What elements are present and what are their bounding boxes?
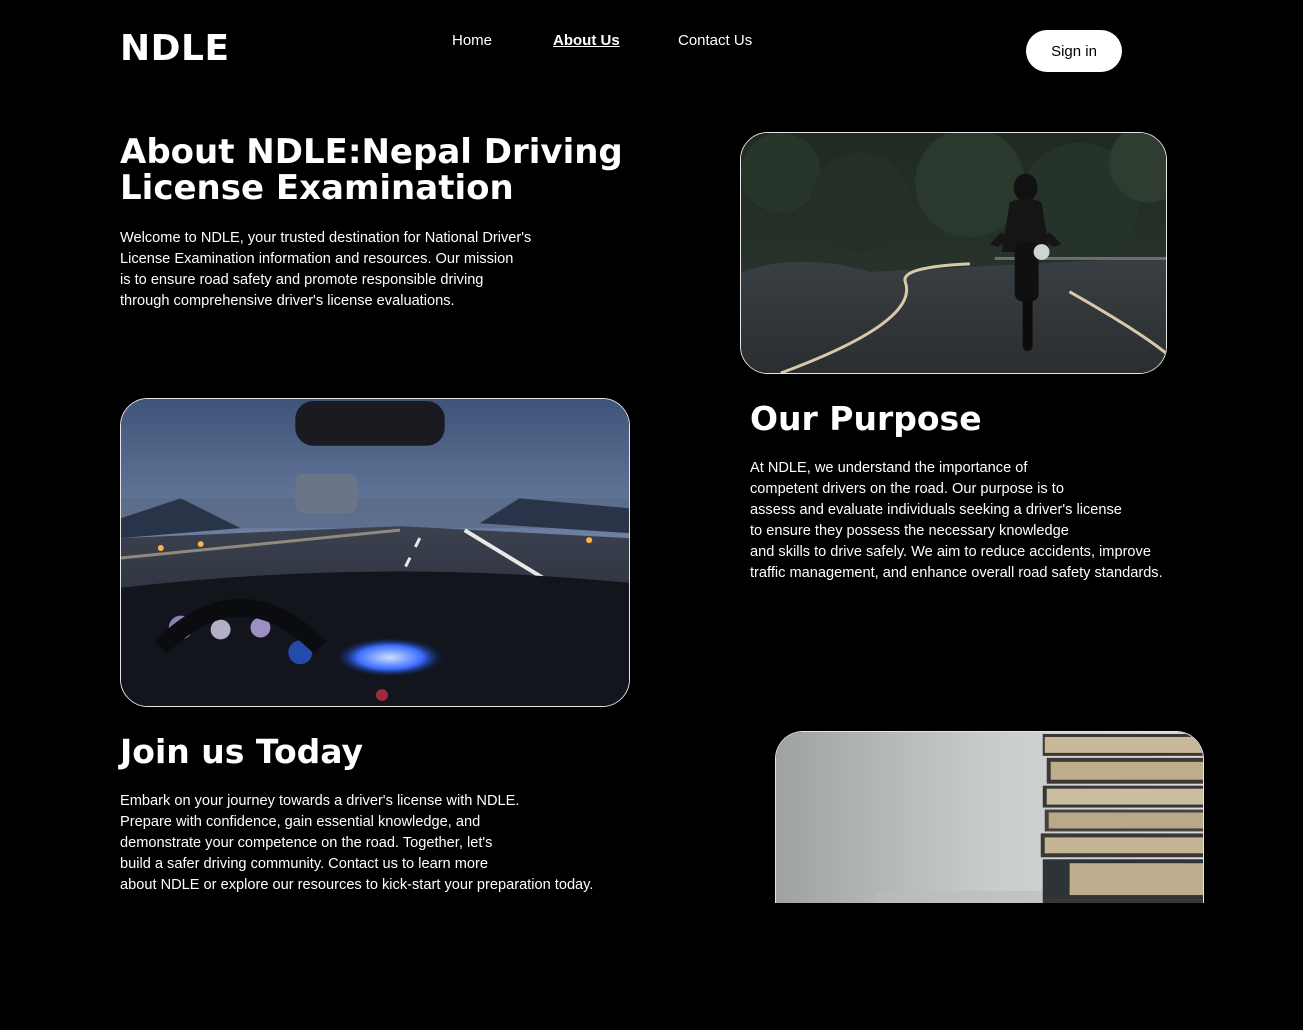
join-text-line: about NDLE or explore our resources to k…: [120, 877, 594, 893]
motorcycle-road-image: [740, 132, 1167, 374]
purpose-text-line: traffic management, and enhance overall …: [750, 565, 1163, 581]
purpose-text: At NDLE, we understand the importance of…: [750, 458, 1163, 584]
page: NDLE Home About Us Contact Us Sign in Ab…: [0, 0, 1303, 1030]
purpose-text-line: assess and evaluate individuals seeking …: [750, 502, 1122, 518]
join-text-line: Prepare with confidence, gain essential …: [120, 814, 481, 830]
about-text: Welcome to NDLE, your trusted destinatio…: [120, 228, 531, 312]
purpose-text-line: competent drivers on the road. Our purpo…: [750, 481, 1064, 497]
join-text-line: Embark on your journey towards a driver'…: [120, 793, 520, 809]
nav-home[interactable]: Home: [452, 32, 492, 49]
about-text-line: Welcome to NDLE, your trusted destinatio…: [120, 230, 532, 246]
join-text-line: demonstrate your competence on the road.…: [120, 835, 493, 851]
about-text-line: through comprehensive driver's license e…: [120, 293, 455, 309]
purpose-text-line: to ensure they possess the necessary kno…: [750, 523, 1069, 539]
join-text-line: build a safer driving community. Contact…: [120, 856, 488, 872]
purpose-title: Our Purpose: [750, 399, 982, 438]
about-text-line: is to ensure road safety and promote res…: [120, 272, 484, 288]
about-text-line: License Examination information and reso…: [120, 251, 514, 267]
nav-contact-us[interactable]: Contact Us: [678, 32, 752, 49]
about-title: About NDLE:Nepal Driving License Examina…: [120, 134, 623, 206]
about-title-line1: About NDLE:Nepal Driving: [120, 132, 623, 172]
about-title-line2: License Examination: [120, 168, 514, 208]
book-stack-image: [775, 731, 1204, 903]
purpose-text-line: At NDLE, we understand the importance of: [750, 460, 1028, 476]
nav-about-us[interactable]: About Us: [553, 32, 620, 49]
car-dashboard-road-image: [120, 398, 630, 707]
join-title: Join us Today: [120, 732, 364, 771]
logo[interactable]: NDLE: [120, 28, 230, 69]
purpose-text-line: and skills to drive safely. We aim to re…: [750, 544, 1151, 560]
join-text: Embark on your journey towards a driver'…: [120, 791, 593, 896]
sign-in-button[interactable]: Sign in: [1026, 30, 1122, 72]
